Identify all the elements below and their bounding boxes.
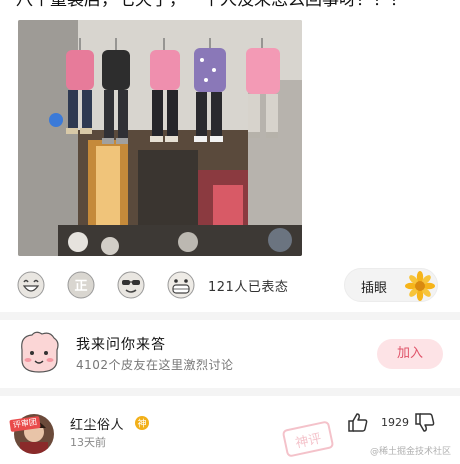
grin-emoji-icon[interactable] [166, 270, 196, 300]
qa-avatar-icon [16, 330, 62, 374]
thumbs-down-icon[interactable] [414, 413, 436, 433]
store-photo-illustration [18, 20, 302, 256]
stamp-text: 神评 [294, 431, 323, 451]
qa-title: 我来问你来答 [76, 337, 166, 353]
god-comment-stamp-icon: 神评 [279, 418, 337, 460]
insert-eye-button[interactable]: 插眼 [344, 268, 438, 302]
zheng-emoji-text: 正 [74, 279, 87, 294]
insert-eye-label: 插眼 [361, 281, 388, 296]
verified-badge-icon: 神 [134, 415, 150, 431]
section-divider [0, 312, 460, 320]
reactions-row: 正 121人已表态 插眼 [14, 268, 444, 304]
laugh-emoji-icon[interactable] [16, 270, 46, 300]
join-button[interactable]: 加入 [377, 339, 443, 369]
thumbs-up-icon[interactable] [347, 412, 369, 432]
sunglasses-emoji-icon[interactable] [116, 270, 146, 300]
like-count: 1929 [381, 416, 409, 429]
qa-subtitle: 4102个皮友在这里激烈讨论 [76, 358, 234, 372]
watermark: @稀土掘金技术社区 [370, 447, 452, 457]
comment-time: 13天前 [70, 436, 106, 449]
zheng-emoji-icon[interactable]: 正 [66, 270, 96, 300]
post-text: 八个童装店，七天了，一个人没来怎么回事呀？？？ [16, 0, 407, 10]
verified-char: 神 [137, 418, 146, 430]
comment-username[interactable]: 红尘俗人 [70, 414, 124, 433]
reaction-count: 121人已表态 [208, 280, 289, 295]
post-image[interactable] [18, 20, 302, 256]
section-divider-2 [0, 388, 460, 396]
sunflower-icon [403, 269, 437, 303]
